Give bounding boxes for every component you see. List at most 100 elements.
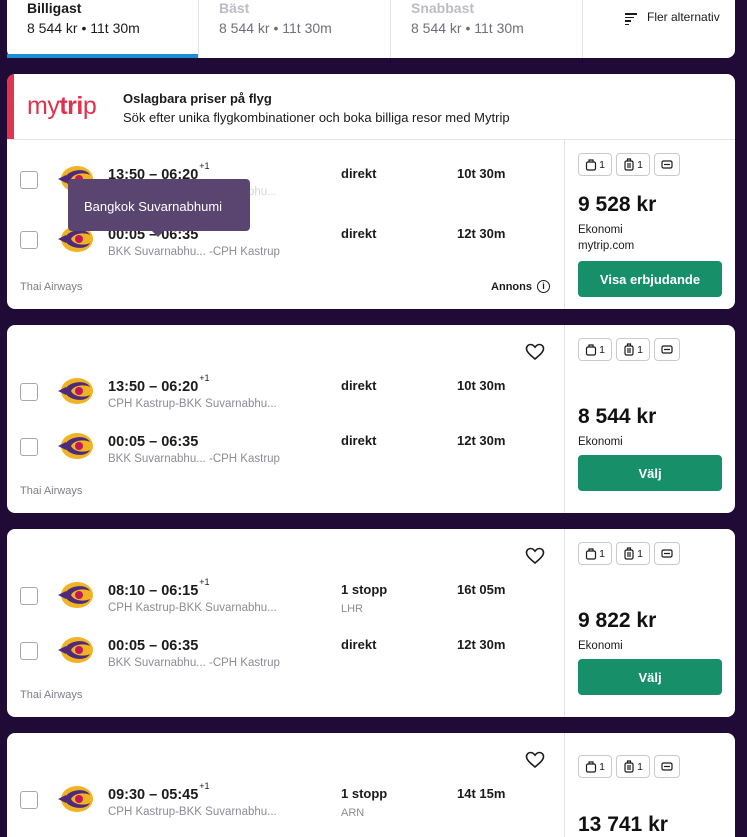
leg-return: 00:05 – 06:35 BKK Suvarnabhu... -CPH Kas…: [7, 430, 565, 472]
leg-duration: 10t 30m: [457, 166, 506, 181]
carrier-name: Thai Airways: [20, 281, 83, 293]
booking-provider: mytrip.com: [578, 240, 635, 252]
price-column: 1 1 8 544 kr Ekonomi Välj: [566, 325, 735, 513]
thai-airways-logo-icon: [58, 378, 93, 404]
carrier-name: Thai Airways: [20, 485, 83, 497]
result-card[interactable]: 13:50 – 06:20+1 CPH Kastrup-BKK Suvarnab…: [7, 325, 735, 513]
carry-on-icon: [624, 547, 634, 560]
checked-bag: [654, 338, 680, 361]
sort-tab-fastest[interactable]: Snabbast 8 544 kr • 11t 30m: [391, 0, 583, 58]
leg-times: 13:50 – 06:20+1: [108, 373, 210, 395]
select-button[interactable]: Välj: [578, 455, 722, 491]
ad-disclosure[interactable]: Annons i: [491, 280, 550, 293]
heart-icon[interactable]: [525, 343, 545, 361]
ad-banner[interactable]: mytrip Oslagbara priser på flyg Sök efte…: [7, 74, 735, 140]
checked-bag: [654, 542, 680, 565]
leg-route: BKK Suvarnabhu... -CPH Kastrup: [108, 657, 280, 669]
legs-column: 08:10 – 06:15+1 CPH Kastrup-BKK Suvarnab…: [7, 529, 565, 717]
leg-times: 09:30 – 05:45+1: [108, 781, 210, 803]
leg-duration: 16t 05m: [457, 582, 506, 597]
leg-checkbox[interactable]: [20, 383, 38, 401]
result-card[interactable]: 09:30 – 05:45+1 CPH Kastrup-BKK Suvarnab…: [7, 733, 735, 837]
carry-on-bag: 1: [616, 542, 650, 565]
baggage-info: 1 1: [578, 542, 680, 565]
thai-airways-logo-icon: [58, 637, 93, 663]
personal-item-bag: 1: [578, 153, 612, 176]
leg-checkbox[interactable]: [20, 791, 38, 809]
leg-checkbox[interactable]: [20, 171, 38, 189]
legs-column: 13:50 – 06:20+1 CPH Kastrup-BKK Suvarnab…: [7, 325, 565, 513]
more-options-label: Fler alternativ: [647, 10, 720, 24]
checked-bag-icon: [661, 345, 673, 354]
carry-on-bag: 1: [616, 153, 650, 176]
ad-label: Annons: [491, 280, 532, 293]
leg-duration: 14t 15m: [457, 786, 506, 801]
personal-item-bag: 1: [578, 338, 612, 361]
leg-stops: 1 stopp: [341, 786, 388, 801]
cabin-class: Ekonomi: [578, 436, 623, 448]
thai-airways-logo-icon: [58, 786, 93, 812]
sort-tabs: Billigast 8 544 kr • 11t 30m Bäst 8 544 …: [7, 0, 735, 58]
sort-tab-title: Snabbast: [411, 0, 475, 16]
stop-airport: LHR: [341, 603, 364, 615]
checked-bag-icon: [661, 549, 673, 558]
view-deal-button[interactable]: Visa erbjudande: [578, 261, 722, 297]
sort-tab-best[interactable]: Bäst 8 544 kr • 11t 30m: [199, 0, 391, 58]
personal-item-bag: 1: [578, 542, 612, 565]
sort-tab-cheapest[interactable]: Billigast 8 544 kr • 11t 30m: [7, 0, 199, 58]
sort-tab-title: Billigast: [27, 0, 82, 16]
price-column: 1 1 9 528 kr Ekonomi mytrip.com Visa erb…: [566, 140, 735, 309]
select-button[interactable]: Välj: [578, 659, 722, 695]
checked-bag-icon: [661, 762, 673, 771]
leg-route: BKK Suvarnabhu... -CPH Kastrup: [108, 453, 280, 465]
more-options-button[interactable]: Fler alternativ: [583, 0, 735, 58]
leg-route: CPH Kastrup-BKK Suvarnabhu...: [108, 398, 277, 410]
leg-checkbox[interactable]: [20, 231, 38, 249]
leg-outbound: 13:50 – 06:20+1 CPH Kastrup-BKK Suvarnab…: [7, 373, 565, 417]
price-column: 1 1 13 741 kr: [566, 733, 735, 837]
leg-duration: 10t 30m: [457, 378, 506, 393]
leg-checkbox[interactable]: [20, 438, 38, 456]
heart-icon[interactable]: [525, 751, 545, 769]
sort-lines-icon: [625, 13, 637, 25]
checked-bag: [654, 755, 680, 778]
carry-on-icon: [624, 158, 634, 171]
leg-duration: 12t 30m: [457, 433, 506, 448]
checked-bag: [654, 153, 680, 176]
heart-icon[interactable]: [525, 547, 545, 565]
baggage-info: 1 1: [578, 338, 680, 361]
ad-subtitle: Sök efter unika flygkombinationer och bo…: [123, 110, 510, 125]
leg-checkbox[interactable]: [20, 642, 38, 660]
personal-bag-icon: [585, 159, 597, 171]
leg-route: BKK Suvarnabhu... -CPH Kastrup: [108, 246, 280, 258]
carry-on-icon: [624, 343, 634, 356]
leg-outbound: 09:30 – 05:45+1 CPH Kastrup-BKK Suvarnab…: [7, 781, 565, 825]
price: 8 544 kr: [578, 405, 657, 428]
ad-title: Oslagbara priser på flyg: [123, 91, 272, 106]
carry-on-icon: [624, 760, 634, 773]
leg-stops: direkt: [341, 226, 377, 241]
baggage-info: 1 1: [578, 153, 680, 176]
personal-bag-icon: [585, 761, 597, 773]
carry-on-bag: 1: [616, 338, 650, 361]
sort-tab-summary: 8 544 kr • 11t 30m: [219, 20, 332, 36]
carrier-name: Thai Airways: [20, 689, 83, 701]
leg-times: 00:05 – 06:35: [108, 637, 199, 654]
leg-route: CPH Kastrup-BKK Suvarnabhu...: [108, 806, 277, 818]
stop-airport: ARN: [341, 807, 365, 819]
leg-duration: 12t 30m: [457, 637, 506, 652]
legs-column: 09:30 – 05:45+1 CPH Kastrup-BKK Suvarnab…: [7, 733, 565, 837]
price: 9 822 kr: [578, 609, 657, 632]
sort-tab-title: Bäst: [219, 0, 250, 16]
leg-stops: direkt: [341, 433, 377, 448]
info-icon[interactable]: i: [537, 280, 550, 293]
personal-item-bag: 1: [578, 755, 612, 778]
checked-bag-icon: [661, 160, 673, 169]
result-card[interactable]: 08:10 – 06:15+1 CPH Kastrup-BKK Suvarnab…: [7, 529, 735, 717]
leg-checkbox[interactable]: [20, 587, 38, 605]
price-column: 1 1 9 822 kr Ekonomi Välj: [566, 529, 735, 717]
cabin-class: Ekonomi: [578, 640, 623, 652]
leg-times: 08:10 – 06:15+1: [108, 577, 210, 599]
leg-stops: 1 stopp: [341, 582, 388, 597]
personal-bag-icon: [585, 548, 597, 560]
